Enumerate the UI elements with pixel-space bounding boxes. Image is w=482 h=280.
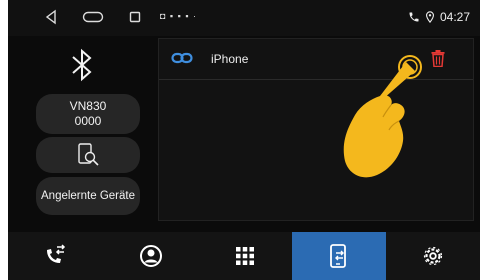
bluetooth-icon[interactable] — [68, 48, 96, 82]
screen: ◘ ▪ ▪ ▪ · 04:27 VN830 0000 Angelernte Ge… — [8, 0, 480, 280]
bottom-nav — [8, 232, 480, 280]
device-name: VN830 — [69, 99, 107, 113]
paired-devices-button[interactable]: Angelernte Geräte — [36, 177, 140, 215]
pointing-hand-icon — [343, 55, 422, 178]
status-right: 04:27 — [408, 10, 470, 24]
left-panel: VN830 0000 Angelernte Geräte — [8, 36, 158, 222]
gear-icon — [423, 246, 443, 266]
phone-swap-icon — [330, 244, 346, 268]
person-icon — [140, 245, 162, 267]
phone-transfer-icon — [47, 244, 66, 263]
delete-icon[interactable] — [431, 50, 445, 67]
home-nav-icon[interactable] — [82, 9, 104, 25]
tab-settings[interactable] — [386, 232, 480, 280]
phone-search-icon — [78, 143, 99, 166]
dialpad-icon — [236, 247, 254, 265]
notification-icons: ◘ ▪ ▪ ▪ · — [160, 11, 198, 21]
device-list-item[interactable]: iPhone — [159, 39, 473, 80]
tab-contacts[interactable] — [104, 232, 198, 280]
tab-keypad[interactable] — [198, 232, 292, 280]
device-list-panel: iPhone — [158, 38, 474, 221]
device-list-item-name: iPhone — [211, 52, 249, 66]
tab-calls[interactable] — [8, 232, 102, 280]
search-devices-button[interactable] — [36, 137, 140, 173]
device-info-button[interactable]: VN830 0000 — [36, 94, 140, 134]
status-bar: ◘ ▪ ▪ ▪ · 04:27 — [8, 0, 480, 36]
device-pin: 0000 — [74, 114, 102, 128]
tab-devices[interactable] — [292, 232, 386, 280]
recent-apps-icon[interactable] — [128, 9, 142, 25]
back-nav-icon[interactable] — [44, 9, 58, 25]
link-icon — [171, 52, 193, 64]
paired-devices-label: Angelernte Geräte — [41, 189, 135, 202]
location-icon — [425, 11, 434, 23]
phone-call-icon — [409, 12, 419, 22]
clock: 04:27 — [439, 10, 470, 24]
